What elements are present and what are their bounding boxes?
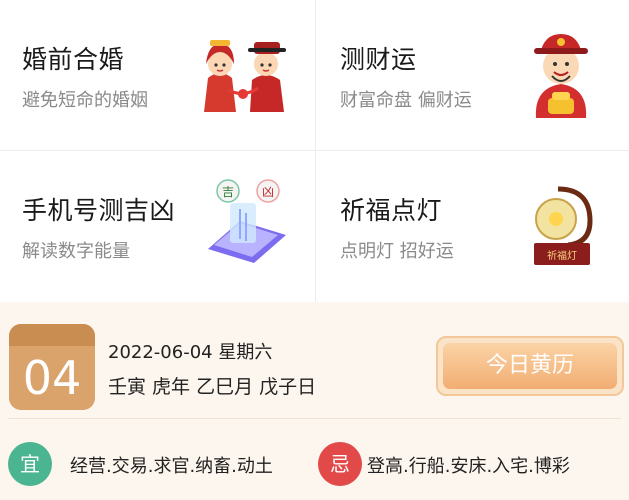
card-blessing-lamp[interactable]: 祈福点灯 点明灯 招好运 祈福灯 xyxy=(316,151,629,301)
ganzhi-date: 壬寅 虎年 乙巳月 戊子日 xyxy=(108,376,317,398)
suitable-badge: 宜 xyxy=(8,442,52,486)
feature-grid: 婚前合婚 避免短命的婚姻 测财运 财富命盘 偏财运 手机号测吉凶 解读数字能量 … xyxy=(0,0,629,302)
card-title: 婚前合婚 xyxy=(22,45,125,74)
blessing-lamp-icon: 祈福灯 xyxy=(534,186,593,265)
almanac-panel: 04 2022-06-04 星期六 壬寅 虎年 乙巳月 戊子日 今日黄历 宜 经… xyxy=(0,302,629,500)
calendar-day-number: 04 xyxy=(22,351,82,405)
today-almanac-button[interactable]: 今日黄历 xyxy=(436,336,624,396)
card-marriage-match[interactable]: 婚前合婚 避免短命的婚姻 xyxy=(0,0,314,150)
card-subtitle: 解读数字能量 xyxy=(22,241,130,262)
avoid-badge: 忌 xyxy=(318,442,362,486)
card-subtitle: 避免短命的婚姻 xyxy=(22,90,148,111)
phone-fortune-icon: 吉 凶 xyxy=(208,179,286,263)
fortune-good-label: 吉 xyxy=(222,185,234,199)
calendar-day-box: 04 xyxy=(9,324,95,410)
card-wealth-fortune[interactable]: 测财运 财富命盘 偏财运 xyxy=(316,0,629,150)
suitable-activities: 经营.交易.求官.纳畜.动土 xyxy=(70,456,273,477)
today-almanac-button-label: 今日黄历 xyxy=(443,343,617,389)
card-subtitle: 点明灯 招好运 xyxy=(340,241,454,262)
card-title: 手机号测吉凶 xyxy=(22,196,176,225)
card-phone-number-fortune[interactable]: 手机号测吉凶 解读数字能量 吉 凶 xyxy=(0,151,314,301)
fortune-bad-label: 凶 xyxy=(262,185,274,199)
card-title: 测财运 xyxy=(340,45,417,74)
calendar-day-band xyxy=(9,324,95,346)
lamp-base-label: 祈福灯 xyxy=(547,249,577,262)
wedding-couple-icon xyxy=(204,40,286,112)
almanac-divider xyxy=(8,418,621,419)
gregorian-date: 2022-06-04 星期六 xyxy=(108,342,273,363)
card-subtitle: 财富命盘 偏财运 xyxy=(340,90,472,111)
god-of-wealth-icon xyxy=(534,34,588,118)
avoid-activities: 登高.行船.安床.入宅.博彩 xyxy=(367,456,570,477)
card-title: 祈福点灯 xyxy=(340,196,443,225)
